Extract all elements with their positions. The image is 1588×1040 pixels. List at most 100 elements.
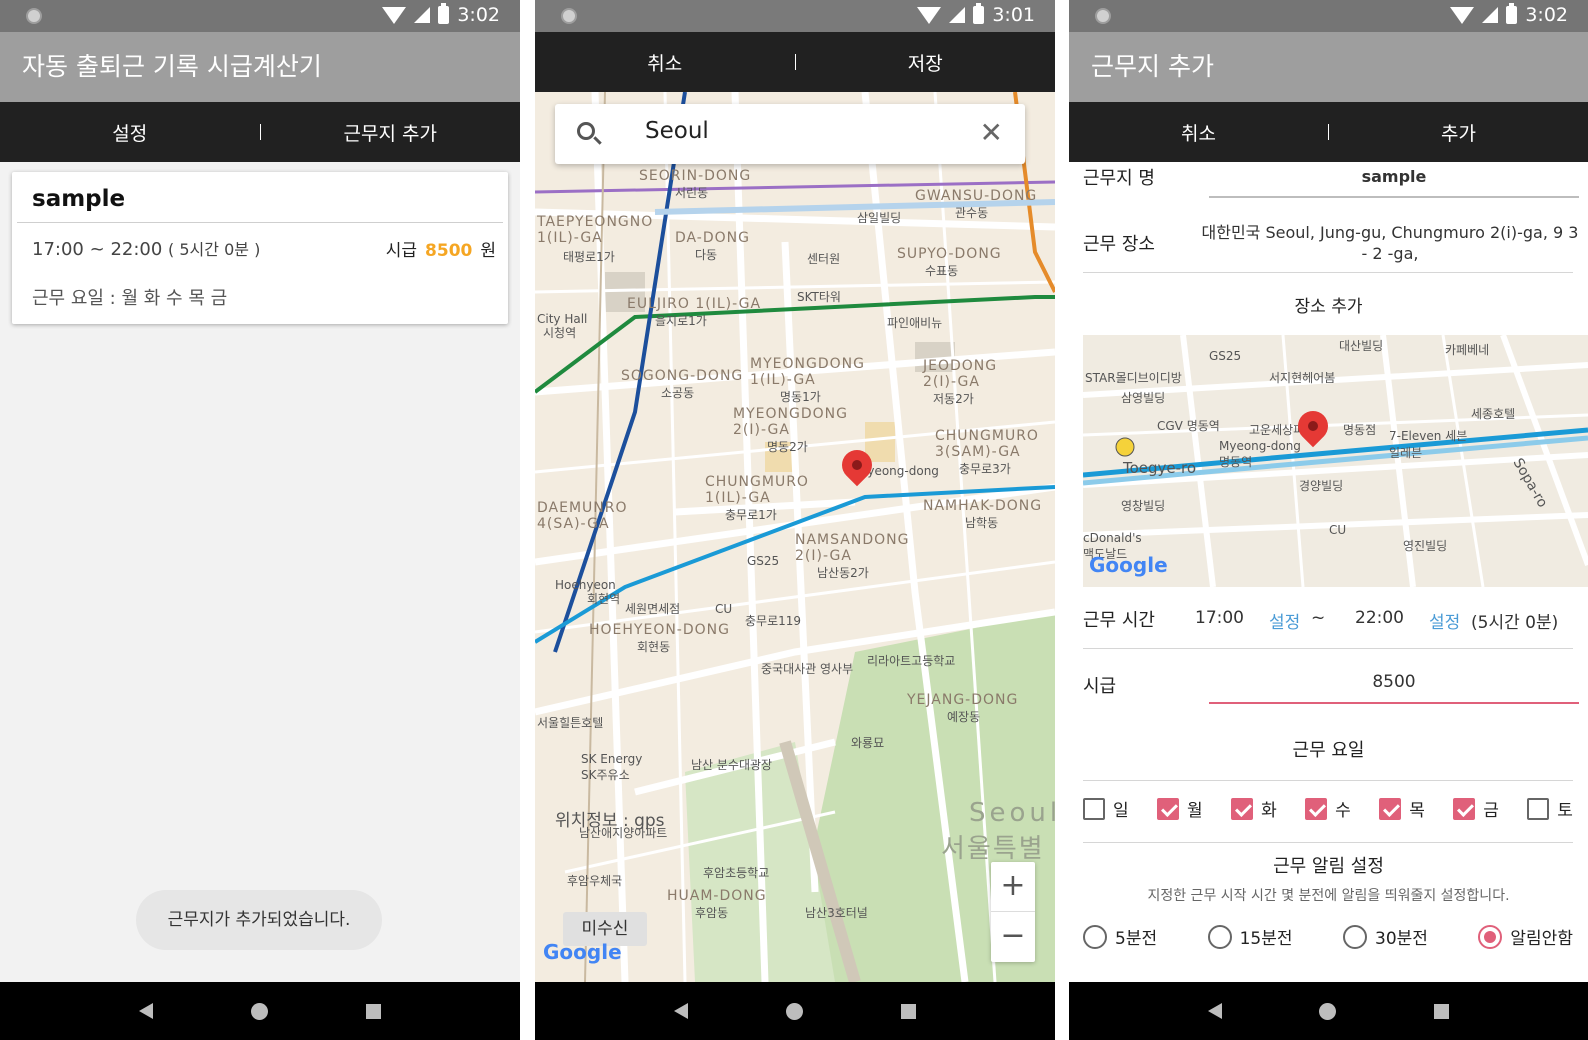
- map-label-seoul-ko: 서울특별: [941, 834, 1045, 864]
- zoom-out-button[interactable]: −: [991, 912, 1035, 962]
- work-time: 17:00 ~ 22:00 ( 5시간 0분 ): [32, 236, 260, 260]
- save-button[interactable]: 저장: [796, 49, 1056, 76]
- recent-apps-icon[interactable]: [901, 1003, 916, 1019]
- home-icon[interactable]: [251, 1002, 268, 1020]
- day-thu[interactable]: 목: [1379, 796, 1425, 821]
- start-time-value: 17:00: [1195, 608, 1244, 628]
- map-label-embassy: 중국대사관 영사부: [761, 662, 854, 676]
- mini-label-gyeongyang: 경양빌딩: [1299, 479, 1344, 493]
- alarm-15min[interactable]: 15분전: [1207, 924, 1293, 949]
- status-bar: 3:01: [535, 0, 1055, 32]
- back-icon[interactable]: [1207, 1003, 1222, 1019]
- alarm-5min[interactable]: 5분전: [1083, 924, 1157, 949]
- map-label-samil: 삼일빌딩: [857, 211, 902, 225]
- name-underline: [1209, 196, 1579, 198]
- map-label-hoehyeondong-ko: 회현동: [637, 640, 671, 654]
- checkbox[interactable]: [1157, 797, 1180, 820]
- map-label-cityhall-ko: 시청역: [543, 326, 577, 340]
- nav-bar: [1069, 982, 1588, 1040]
- status-bar: 3:02: [1069, 0, 1588, 32]
- battery-icon: [973, 3, 985, 24]
- workplace-name-field[interactable]: sample: [1209, 167, 1579, 186]
- day-sat[interactable]: 토: [1527, 796, 1573, 821]
- map-label-myeongdong1-ko: 명동1가: [780, 390, 821, 404]
- place-mini-map[interactable]: 대산빌딩 카페베네 STAR몰디브이디방 GS25 서지현헤어봄 삼영빌딩 세종…: [1083, 335, 1588, 587]
- day-sun[interactable]: 일: [1083, 796, 1129, 821]
- search-input[interactable]: Seoul: [645, 118, 709, 144]
- end-time: 22:00: [110, 239, 163, 260]
- map-label-sogong: SOGONG-DONG: [621, 368, 744, 384]
- mini-label-yeongchang: 영창빌딩: [1121, 499, 1166, 513]
- map-label-chungmuro3: CHUNGMURO 3(SAM)-GA: [935, 428, 1039, 460]
- home-icon[interactable]: [786, 1002, 803, 1020]
- mini-label-myeongdong: 명동점: [1343, 423, 1377, 437]
- map-label-jeodong: JEODONG 2(I)-GA: [923, 358, 998, 390]
- map-label-jeodong-ko: 저동2가: [933, 392, 974, 406]
- workplace-place-value: 대한민국 Seoul, Jung-gu, Chungmuro 2(i)-ga, …: [1201, 223, 1579, 263]
- map-label-seoul: Seoul: [969, 798, 1055, 828]
- search-icon[interactable]: [577, 122, 595, 140]
- radio-button[interactable]: [1083, 924, 1107, 949]
- radio-button[interactable]: [1478, 924, 1503, 949]
- back-icon[interactable]: [674, 1003, 688, 1019]
- cancel-button[interactable]: 취소: [1069, 119, 1328, 146]
- map-label-gs25: GS25: [747, 554, 780, 568]
- wage-label: 시급: [1083, 676, 1117, 697]
- wage-label: 시급: [385, 241, 418, 261]
- mini-label-myeong-station: Myeong-dong 명동역: [1219, 439, 1301, 469]
- home-icon[interactable]: [1319, 1002, 1337, 1020]
- map-label-dadong-ko: 다동: [695, 248, 718, 262]
- day-wed[interactable]: 수: [1305, 796, 1351, 821]
- wage-input[interactable]: 8500: [1209, 672, 1579, 692]
- alarm-30min[interactable]: 30분전: [1343, 924, 1428, 949]
- close-icon[interactable]: ✕: [980, 118, 1003, 148]
- zoom-control: + −: [991, 862, 1035, 962]
- recent-apps-icon[interactable]: [1434, 1003, 1450, 1019]
- hourly-wage: 시급 8500 원: [386, 236, 496, 261]
- zoom-in-button[interactable]: +: [991, 862, 1035, 912]
- back-icon[interactable]: [139, 1003, 153, 1019]
- add-workplace-button[interactable]: 근무지 추가: [261, 119, 521, 146]
- day-mon[interactable]: 월: [1157, 796, 1203, 821]
- map-label-school: 후암초등학교: [703, 866, 770, 880]
- checkbox[interactable]: [1083, 797, 1105, 820]
- map-label-myeongdong1: MYEONGDONG 1(IL)-GA: [750, 356, 865, 388]
- map-label-taepyeong: TAEPYEONGNO 1(IL)-GA: [537, 214, 654, 246]
- settings-button[interactable]: 설정: [0, 119, 260, 146]
- notification-dot-icon: [26, 8, 42, 24]
- wifi-icon: [917, 6, 942, 24]
- map-label-yejang-ko: 예장동: [947, 710, 981, 724]
- day-fri[interactable]: 금: [1453, 796, 1499, 821]
- toast-message: 근무지가 추가되었습니다.: [136, 890, 382, 950]
- map-label-seorin-ko: 서린동: [675, 186, 709, 200]
- wifi-icon: [382, 6, 407, 24]
- time-tilde: ~: [1311, 608, 1326, 628]
- set-end-button[interactable]: 설정: [1429, 608, 1460, 633]
- workplace-card[interactable]: sample 17:00 ~ 22:00 ( 5시간 0분 ) 시급 8500 원 …: [12, 172, 508, 324]
- checkbox[interactable]: [1305, 797, 1328, 820]
- add-button[interactable]: 추가: [1329, 119, 1588, 146]
- gps-status: 위치정보 : gps: [555, 811, 665, 831]
- work-days-label: 근무 요일: [1292, 740, 1365, 761]
- action-bar: 취소 저장: [535, 32, 1055, 92]
- day-tue[interactable]: 화: [1231, 796, 1277, 821]
- search-bar[interactable]: Seoul ✕: [555, 104, 1025, 164]
- radio-button[interactable]: [1343, 924, 1367, 949]
- checkbox[interactable]: [1453, 797, 1476, 820]
- map-view[interactable]: SEORIN-DONG 서린동 GWANSU-DONG 관수동 TAEPYEON…: [535, 92, 1055, 982]
- cancel-button[interactable]: 취소: [535, 49, 795, 76]
- checkbox[interactable]: [1379, 797, 1402, 820]
- alarm-none[interactable]: 알림안함: [1478, 924, 1573, 949]
- radio-button[interactable]: [1207, 924, 1232, 949]
- signal-icon: [949, 7, 966, 23]
- checkbox[interactable]: [1231, 797, 1254, 820]
- map-label-namsan3: 남산3호터널: [805, 906, 868, 920]
- map-label-yejang: YEJANG-DONG: [907, 692, 1019, 708]
- checkbox[interactable]: [1527, 797, 1550, 820]
- set-start-button[interactable]: 설정: [1269, 608, 1300, 633]
- map-label-hoehyeondong: HOEHYEON-DONG: [589, 622, 730, 638]
- page-title: 근무지 추가: [1069, 32, 1588, 102]
- screen-main: 3:02 자동 출퇴근 기록 시급계산기 설정 근무지 추가 sample 17…: [0, 0, 520, 1040]
- recent-apps-icon[interactable]: [366, 1003, 381, 1019]
- add-place-button[interactable]: 장소 추가: [1069, 292, 1588, 317]
